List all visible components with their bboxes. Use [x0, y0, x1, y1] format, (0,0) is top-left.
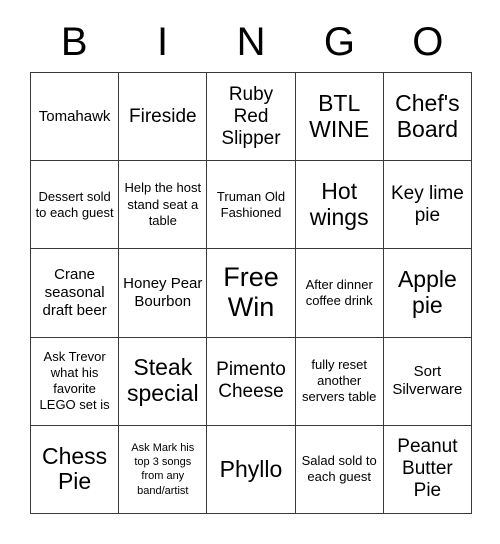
bingo-cell-label: Truman Old Fashioned [216, 188, 286, 220]
bingo-header-row: BINGO [30, 14, 472, 70]
bingo-cell-label: Fireside [129, 105, 197, 127]
bingo-cell-label: Peanut Butter Pie [397, 436, 458, 502]
bingo-header-letter-i: I [157, 20, 169, 64]
bingo-cell-label: After dinner coffee drink [305, 276, 373, 308]
bingo-cell-label: Hot wings [309, 178, 369, 230]
bingo-grid: Tomahawk Fireside Ruby Red Slipper BTL WINE… [30, 72, 472, 514]
bingo-cell-label: Chess Pie [41, 442, 108, 495]
bingo-cell[interactable]: After dinner coffee drink [295, 249, 384, 338]
bingo-cell-label: Sort Silverware [392, 363, 463, 399]
bingo-free-space-cell[interactable]: Free Win [207, 249, 296, 338]
bingo-cell[interactable]: Chess Pie [31, 425, 120, 514]
bingo-cell-label: Crane seasonal draft beer [42, 265, 107, 319]
bingo-header-letter-g: G [323, 20, 355, 64]
bingo-cell-label: Dessert sold to each guest [35, 188, 114, 220]
bingo-cell[interactable]: fully reset another servers table [295, 337, 384, 426]
bingo-cell-label: Ask Mark his top 3 songs from any band/a… [131, 441, 195, 497]
bingo-cell-label: Salad sold to each guest [301, 453, 377, 485]
bingo-cell[interactable]: Fireside [119, 73, 208, 162]
bingo-cell[interactable]: Apple pie [383, 249, 472, 338]
bingo-cell[interactable]: Pimento Cheese [207, 337, 296, 426]
bingo-cell-label: BTL WINE [309, 89, 370, 142]
bingo-cell-label: Chef's Board [395, 89, 460, 142]
bingo-cell[interactable]: Ruby Red Slipper [207, 73, 296, 162]
bingo-cell-label: Free Win [223, 262, 279, 322]
bingo-cell-label: Ask Trevor what his favorite LEGO set is [39, 348, 110, 413]
bingo-cell[interactable]: Dessert sold to each guest [31, 161, 120, 250]
bingo-cell[interactable]: Steak special [119, 337, 208, 426]
bingo-cell-label: Steak special [126, 354, 199, 407]
bingo-cell[interactable]: Crane seasonal draft beer [31, 249, 120, 338]
bingo-cell[interactable]: Hot wings [295, 161, 384, 250]
bingo-cell[interactable]: Honey Pear Bourbon [119, 249, 208, 338]
bingo-cell-label: Phyllo [219, 455, 283, 482]
bingo-cell[interactable]: Tomahawk [31, 73, 120, 162]
bingo-cell[interactable]: Peanut Butter Pie [383, 425, 472, 514]
bingo-card: B I N G O Tomahawk Fireside Ruby Red Slipper BT… [0, 0, 500, 544]
bingo-cell-label: Help the host stand seat a table [124, 180, 202, 228]
bingo-header-letter-o: O [412, 20, 444, 64]
bingo-cell-label: Pimento Cheese [216, 359, 286, 403]
bingo-cell[interactable]: Help the host stand seat a table [119, 161, 208, 250]
bingo-cell[interactable]: Key lime pie [383, 161, 472, 250]
bingo-cell[interactable]: Phyllo [207, 425, 296, 514]
bingo-cell-label: Apple pie [397, 266, 457, 318]
bingo-cell-label: Tomahawk [38, 107, 111, 125]
bingo-header-letter-n: N [236, 20, 266, 64]
bingo-cell[interactable]: Sort Silverware [383, 337, 472, 426]
bingo-cell-label: Key lime pie [390, 182, 464, 226]
bingo-cell[interactable]: Salad sold to each guest [295, 425, 384, 514]
bingo-cell[interactable]: Ask Trevor what his favorite LEGO set is [31, 337, 120, 426]
bingo-cell-label: Honey Pear Bourbon [123, 274, 203, 310]
bingo-cell[interactable]: BTL WINE [295, 73, 384, 162]
bingo-cell[interactable]: Chef's Board [383, 73, 472, 162]
bingo-header-letter-b: B [60, 20, 88, 64]
bingo-cell-label: Ruby Red Slipper [221, 83, 281, 149]
bingo-cell[interactable]: Ask Mark his top 3 songs from any band/a… [119, 425, 208, 514]
bingo-cell-label: fully reset another servers table [301, 356, 377, 405]
bingo-cell[interactable]: Truman Old Fashioned [207, 161, 296, 250]
